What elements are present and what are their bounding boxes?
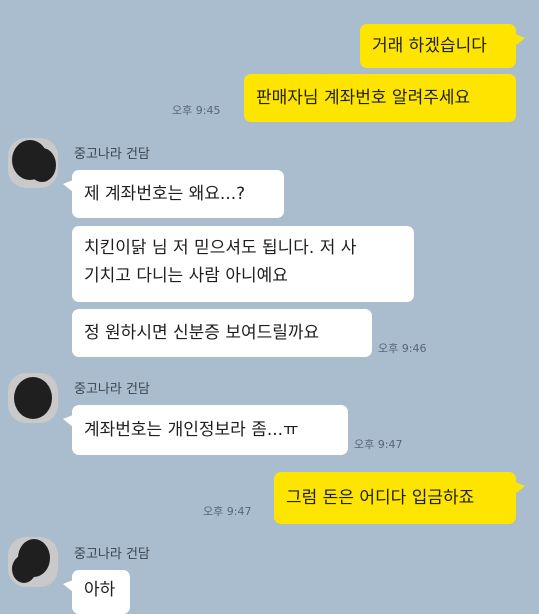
outgoing-message-bubble[interactable]: 그럼 돈은 어디다 입금하죠 [274,472,525,524]
sender-name: 중고나라 건담 [74,547,150,562]
message-text: 계좌번호는 개인정보라 좀...ㅠ [84,420,299,440]
message-timestamp: 오후 9:47 [354,438,403,451]
message-timestamp: 오후 9:46 [378,342,427,355]
avatar-redaction [14,377,52,419]
message-text: 거래 하겠습니다 [372,36,487,56]
sender-avatar[interactable] [8,373,58,423]
avatar-redaction [28,148,56,182]
outgoing-message-bubble[interactable]: 거래 하겠습니다 [360,24,525,68]
sender-avatar[interactable] [8,138,58,188]
sender-name: 중고나라 건담 [74,147,150,162]
message-text: 제 계좌번호는 왜요...? [84,184,246,204]
message-text: 판매자님 계좌번호 알려주세요 [256,88,471,108]
message-timestamp: 오후 9:47 [203,505,252,518]
sender-avatar[interactable] [8,537,58,587]
message-text: 아하 [84,580,116,600]
message-text: 정 원하시면 신분증 보여드릴까요 [84,323,320,343]
incoming-message-bubble[interactable]: 정 원하시면 신분증 보여드릴까요 [72,309,372,357]
outgoing-message-bubble[interactable]: 판매자님 계좌번호 알려주세요 [244,74,516,122]
message-text: 그럼 돈은 어디다 입금하죠 [286,488,475,508]
message-text-line: 기치고 다니는 사람 아니예요 [84,266,288,286]
incoming-message-bubble[interactable]: 제 계좌번호는 왜요...? [63,170,284,218]
incoming-message-bubble[interactable]: 아하 [63,570,130,614]
avatar-redaction [12,555,36,583]
sender-name: 중고나라 건담 [74,382,150,397]
message-text-line: 치킨이닭 님 저 믿으셔도 됩니다. 저 사 [84,238,357,258]
incoming-message-bubble[interactable]: 치킨이닭 님 저 믿으셔도 됩니다. 저 사 기치고 다니는 사람 아니예요 [72,226,414,302]
message-timestamp: 오후 9:45 [172,104,221,117]
incoming-message-bubble[interactable]: 계좌번호는 개인정보라 좀...ㅠ [63,405,348,455]
